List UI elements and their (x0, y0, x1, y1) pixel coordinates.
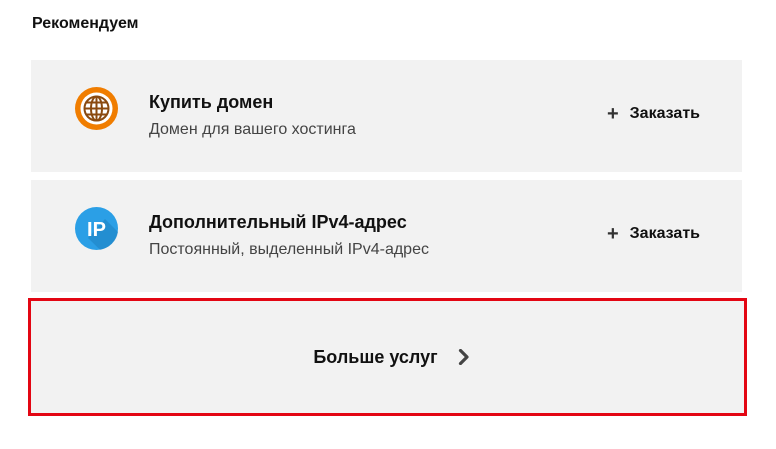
card-title: Дополнительный IPv4-адрес (149, 212, 407, 232)
card-subtitle: Домен для вашего хостинга (149, 121, 356, 138)
more-services-button[interactable]: Больше услуг (28, 298, 747, 416)
ip-icon: IP (75, 207, 118, 250)
recommendation-card-ipv4: IP Дополнительный IPv4-адрес Постоянный,… (31, 180, 742, 292)
chevron-right-icon (458, 348, 470, 366)
recommendation-card-domain: Купить домен Домен для вашего хостинга +… (31, 60, 742, 172)
plus-icon: + (606, 223, 619, 245)
more-services-label: Больше услуг (313, 347, 438, 367)
order-ipv4-button[interactable]: + Заказать (607, 224, 700, 244)
order-label: Заказать (629, 105, 700, 122)
card-subtitle: Постоянный, выделенный IPv4-адрес (149, 241, 429, 258)
section-title: Рекомендуем (32, 15, 139, 32)
globe-icon (75, 87, 118, 130)
plus-icon: + (606, 103, 619, 125)
card-title: Купить домен (149, 92, 274, 112)
order-label: Заказать (629, 225, 700, 242)
svg-text:IP: IP (87, 219, 106, 241)
order-domain-button[interactable]: + Заказать (607, 104, 700, 124)
